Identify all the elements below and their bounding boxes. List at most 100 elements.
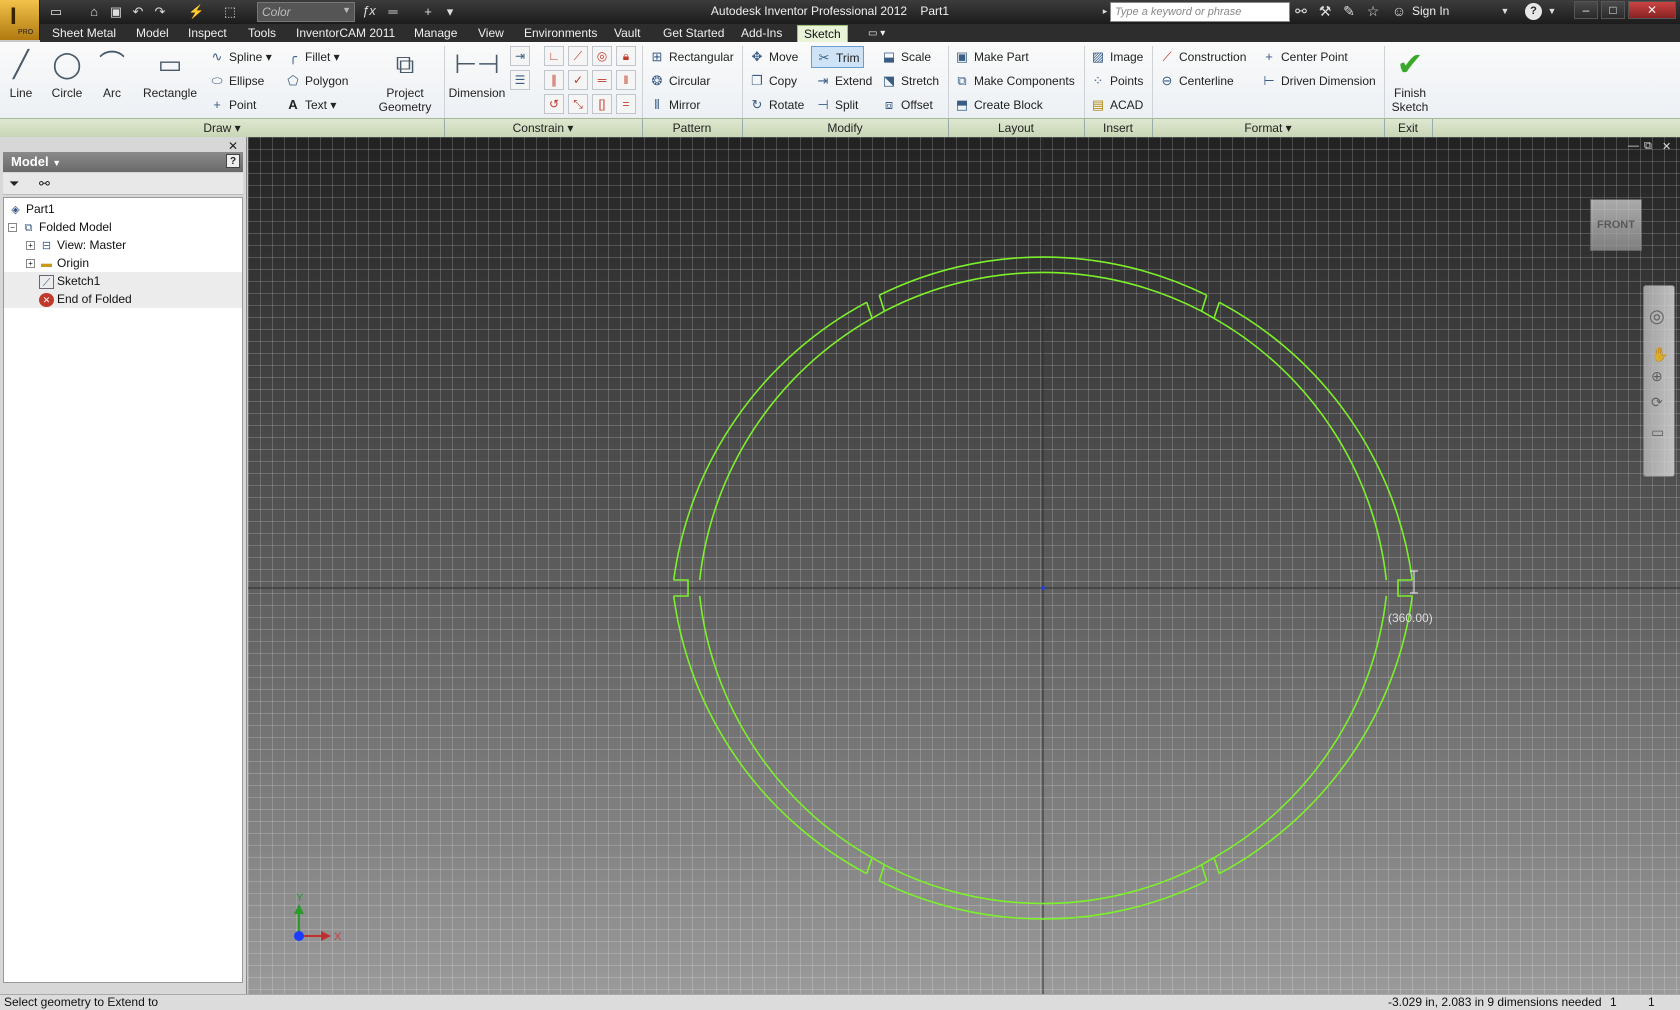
tree-node-end-of-folded[interactable]: ✕ End of Folded <box>4 290 242 308</box>
update-icon[interactable]: ⚡ <box>188 4 204 20</box>
panel-format[interactable]: Format ▾ <box>1152 121 1384 135</box>
center-point-button[interactable]: + Center Point <box>1260 46 1348 68</box>
ellipse-button[interactable]: ⬭ Ellipse <box>208 70 264 92</box>
notch-line[interactable] <box>865 857 886 882</box>
stretch-button[interactable]: ⬔ Stretch <box>880 70 939 92</box>
tab-tools[interactable]: Tools <box>242 25 282 42</box>
subscription-icon[interactable]: ⚒ <box>1316 3 1334 20</box>
make-components-button[interactable]: ⧉ Make Components <box>953 70 1074 92</box>
notch-line[interactable] <box>1200 857 1221 882</box>
new-file-icon[interactable]: ▭ <box>48 4 64 20</box>
sign-in-chevron-icon[interactable]: ▼ <box>1496 6 1514 16</box>
sketch-origin-point[interactable] <box>1041 586 1045 590</box>
tab-view[interactable]: View <box>472 25 510 42</box>
inner-ring-arc[interactable] <box>1213 595 1388 859</box>
concentric-constraint-icon[interactable]: ◎ <box>592 46 612 66</box>
viewport-minimize-icon[interactable]: — <box>1628 140 1639 152</box>
tab-manage[interactable]: Manage <box>408 25 463 42</box>
favorites-star-icon[interactable]: ☆ <box>1364 3 1382 20</box>
auto-dimension-icon[interactable]: ⇥ <box>510 46 530 66</box>
tree-node-view-master[interactable]: + ⊟ View: Master <box>4 236 242 254</box>
help-chevron-icon[interactable]: ▼ <box>1543 6 1561 16</box>
fillet-button[interactable]: ╭ Fillet ▾ <box>284 46 340 68</box>
scale-button[interactable]: ⬓ Scale <box>880 46 931 68</box>
tab-model[interactable]: Model <box>130 25 175 42</box>
expand-icon[interactable]: + <box>26 241 35 251</box>
perpendicular-constraint-icon[interactable]: ∟ <box>544 46 564 66</box>
customize-chevron-icon[interactable]: ▾ <box>442 4 458 20</box>
smooth-constraint-icon[interactable]: ↺ <box>544 94 564 114</box>
ribbon-options-icon[interactable]: ▭ ▾ <box>862 25 891 42</box>
copy-button[interactable]: ❐ Copy <box>748 70 797 92</box>
tab-sketch[interactable]: Sketch <box>797 25 848 42</box>
panel-draw[interactable]: Draw ▾ <box>0 121 444 135</box>
horizontal-constraint-icon[interactable]: ═ <box>592 70 612 90</box>
spline-button[interactable]: ∿ Spline ▾ <box>208 46 272 68</box>
split-button[interactable]: ⊣ Split <box>814 94 858 116</box>
acad-button[interactable]: ▤ ACAD <box>1089 94 1144 116</box>
centerline-button[interactable]: ⊖ Centerline <box>1158 70 1234 92</box>
text-button[interactable]: A Text ▾ <box>284 94 336 116</box>
mirror-button[interactable]: ⫴ Mirror <box>648 94 700 116</box>
panel-constrain[interactable]: Constrain ▾ <box>444 121 642 135</box>
close-button[interactable]: ✕ <box>1628 1 1676 19</box>
polygon-button[interactable]: ⬠ Polygon <box>284 70 348 92</box>
sign-in-link[interactable]: Sign In <box>1412 4 1449 18</box>
tab-inventorcam[interactable]: InventorCAM 2011 <box>290 25 401 42</box>
color-select[interactable]: Color ▼ <box>257 2 355 22</box>
move-button[interactable]: ✥ Move <box>748 46 799 68</box>
select-mode-icon[interactable]: ⬚ <box>222 4 238 20</box>
tab-environments[interactable]: Environments <box>518 25 603 42</box>
expand-icon[interactable]: + <box>26 259 35 269</box>
open-file-icon[interactable]: ⌂ <box>86 4 102 20</box>
rectangle-button[interactable]: ▭ Rectangle <box>138 44 202 120</box>
tab-get-started[interactable]: Get Started <box>657 25 730 42</box>
maximize-button[interactable]: □ <box>1601 1 1625 19</box>
construction-button[interactable]: ⟋ Construction <box>1158 46 1246 68</box>
make-part-button[interactable]: ▣ Make Part <box>953 46 1029 68</box>
outer-ring-arc[interactable] <box>672 301 868 581</box>
save-icon[interactable]: ▣ <box>108 4 124 20</box>
parallel-constraint-icon[interactable]: ∥ <box>544 70 564 90</box>
steering-wheel-icon[interactable]: ◎ <box>1649 306 1665 327</box>
points-button[interactable]: ⁘ Points <box>1089 70 1144 92</box>
point-button[interactable]: + Point <box>208 94 256 116</box>
dimension-button[interactable]: ⊢⊣ Dimension <box>448 44 506 120</box>
rotate-button[interactable]: ↻ Rotate <box>748 94 805 116</box>
show-constraints-icon[interactable]: ☰ <box>510 70 530 90</box>
outer-ring-arc[interactable] <box>1218 595 1414 875</box>
tab-vault[interactable]: Vault <box>608 25 646 42</box>
symmetric-constraint-icon[interactable]: [] <box>592 94 612 114</box>
help-icon[interactable]: ? <box>1525 3 1542 20</box>
search-input[interactable] <box>1110 2 1290 22</box>
collapse-icon[interactable]: − <box>8 223 17 233</box>
coincident-constraint-icon[interactable]: ⟋ <box>568 46 588 66</box>
tab-inspect[interactable]: Inspect <box>182 25 233 42</box>
binoculars-icon[interactable]: ⚯ <box>1292 3 1310 20</box>
inner-ring-arc[interactable] <box>1213 317 1388 581</box>
line-button[interactable]: ╱ Line <box>2 44 40 120</box>
circular-pattern-button[interactable]: ❂ Circular <box>648 70 711 92</box>
browser-help-icon[interactable]: ? <box>226 154 240 168</box>
finish-sketch-button[interactable]: ✔ Finish Sketch <box>1388 44 1432 120</box>
binoculars-icon[interactable]: ⚯ <box>39 176 50 192</box>
collinear-constraint-icon[interactable]: ⤡ <box>568 94 588 114</box>
equal-constraint-icon[interactable]: = <box>616 94 636 114</box>
arc-button[interactable]: ⌒ Arc <box>94 44 130 120</box>
pan-icon[interactable]: ✋ <box>1651 346 1668 363</box>
graphics-viewport[interactable]: X Y (360.00) FRONT ◎ ✋ ⊕ ⟳ ▭ — ⧉ ✕ <box>248 137 1680 994</box>
tab-sheet-metal[interactable]: Sheet Metal <box>46 25 122 42</box>
model-browser-header[interactable]: Model ▼ ? <box>3 152 243 172</box>
circle-button[interactable]: ◯ Circle <box>46 44 88 120</box>
outer-ring-arc[interactable] <box>1218 301 1414 581</box>
rectangular-pattern-button[interactable]: ⊞ Rectangular <box>648 46 734 68</box>
viewport-restore-icon[interactable]: ⧉ <box>1644 140 1652 153</box>
filter-icon[interactable]: ⏷ <box>9 176 19 192</box>
image-button[interactable]: ▨ Image <box>1089 46 1144 68</box>
browser-close-icon[interactable]: ✕ <box>228 139 238 153</box>
outer-ring-arc[interactable] <box>672 595 868 875</box>
add-icon[interactable]: + <box>420 4 436 20</box>
inner-ring-arc[interactable] <box>698 317 873 581</box>
communication-icon[interactable]: ✎ <box>1340 3 1358 20</box>
undo-icon[interactable]: ↶ <box>130 4 146 20</box>
